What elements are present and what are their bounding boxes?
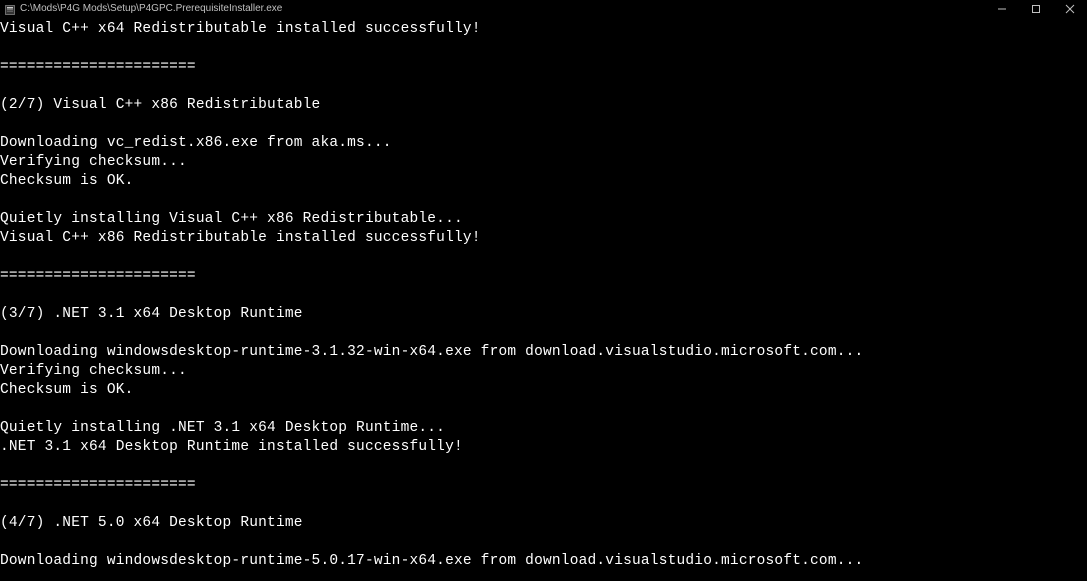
minimize-button[interactable] [985,0,1019,17]
console-line: ====================== [0,58,1087,77]
window-titlebar: C:\Mods\P4G Mods\Setup\P4GPC.Prerequisit… [0,0,1087,17]
window-title: C:\Mods\P4G Mods\Setup\P4GPC.Prerequisit… [20,3,282,14]
console-line: (3/7) .NET 3.1 x64 Desktop Runtime [0,305,1087,324]
close-button[interactable] [1053,0,1087,17]
console-output: Visual C++ x64 Redistributable installed… [0,17,1087,571]
console-line: Verifying checksum... [0,362,1087,381]
maximize-button[interactable] [1019,0,1053,17]
console-line: .NET 3.1 x64 Desktop Runtime installed s… [0,438,1087,457]
console-line [0,400,1087,419]
console-line [0,533,1087,552]
console-line: Verifying checksum... [0,153,1087,172]
console-line: Downloading vc_redist.x86.exe from aka.m… [0,134,1087,153]
console-line: Quietly installing .NET 3.1 x64 Desktop … [0,419,1087,438]
titlebar-left: C:\Mods\P4G Mods\Setup\P4GPC.Prerequisit… [0,3,282,15]
console-line [0,248,1087,267]
console-line: Downloading windowsdesktop-runtime-3.1.3… [0,343,1087,362]
console-line: (4/7) .NET 5.0 x64 Desktop Runtime [0,514,1087,533]
console-line [0,457,1087,476]
console-line: Visual C++ x86 Redistributable installed… [0,229,1087,248]
console-line: Quietly installing Visual C++ x86 Redist… [0,210,1087,229]
window-controls [985,0,1087,17]
app-icon [4,3,16,15]
console-line [0,324,1087,343]
console-line: Checksum is OK. [0,381,1087,400]
console-line: Checksum is OK. [0,172,1087,191]
console-line: ====================== [0,267,1087,286]
console-line: Downloading windowsdesktop-runtime-5.0.1… [0,552,1087,571]
console-line: Visual C++ x64 Redistributable installed… [0,20,1087,39]
console-line [0,191,1087,210]
console-line [0,39,1087,58]
console-line: ====================== [0,476,1087,495]
console-line [0,115,1087,134]
console-line [0,495,1087,514]
console-line: (2/7) Visual C++ x86 Redistributable [0,96,1087,115]
console-line [0,286,1087,305]
console-line [0,77,1087,96]
